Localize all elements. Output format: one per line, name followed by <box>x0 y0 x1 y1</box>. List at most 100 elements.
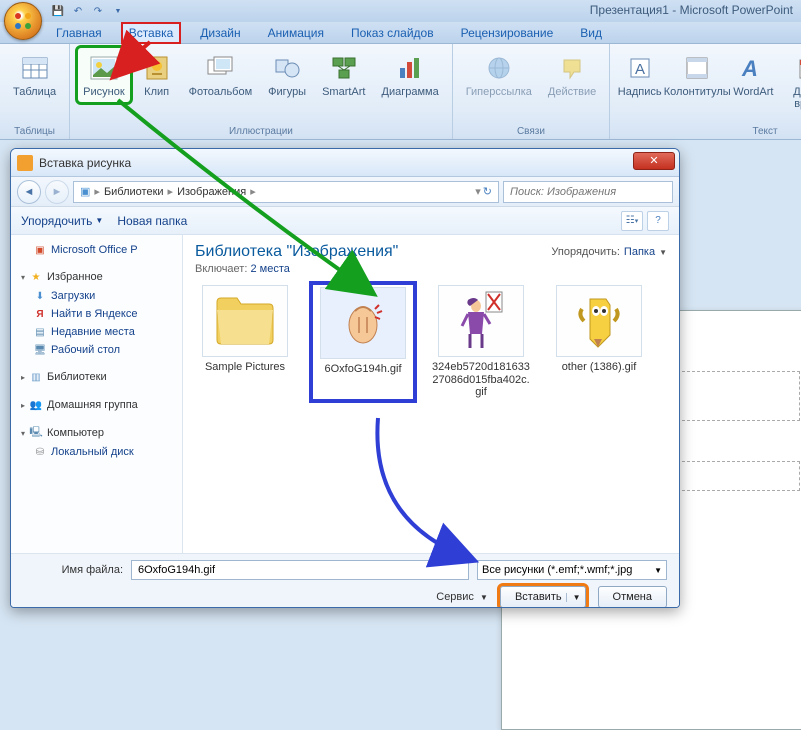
filename-input[interactable] <box>131 560 469 580</box>
shapes-button[interactable]: Фигуры <box>263 48 311 102</box>
includes-link[interactable]: 2 места <box>250 263 289 275</box>
headerfooter-label: Колонтитулы <box>664 86 731 98</box>
libraries-icon: ▣ <box>80 185 90 198</box>
textbox-label: Надпись <box>618 86 662 98</box>
chart-label: Диаграмма <box>382 86 439 98</box>
dialog-titlebar[interactable]: Вставка рисунка ✕ <box>11 149 679 177</box>
table-button[interactable]: Таблица <box>8 48 61 102</box>
window-title: Презентация1 - Microsoft PowerPoint <box>590 3 793 17</box>
help-button[interactable]: ? <box>647 211 669 231</box>
insert-dropdown-icon[interactable]: ▼ <box>566 593 581 602</box>
sidebar-favorites[interactable]: ▾★Избранное <box>15 267 178 287</box>
tab-review[interactable]: Рецензирование <box>455 24 560 42</box>
redo-icon[interactable]: ↷ <box>90 4 106 18</box>
organize-button[interactable]: Упорядочить ▼ <box>21 214 103 228</box>
smartart-label: SmartArt <box>322 86 365 98</box>
tab-slideshow[interactable]: Показ слайдов <box>345 24 440 42</box>
file-item[interactable]: other (1386).gif <box>549 285 649 399</box>
undo-icon[interactable]: ↶ <box>70 4 86 18</box>
headerfooter-button[interactable]: Колонтитулы <box>667 48 727 102</box>
tables-group-label: Таблицы <box>14 124 55 137</box>
sidebar-homegroup[interactable]: ▸👥Домашняя группа <box>15 395 178 415</box>
hyperlink-button[interactable]: Гиперссылка <box>461 48 537 102</box>
dialog-icon <box>17 155 33 171</box>
address-bar[interactable]: ▣ ▸ Библиотеки ▸ Изображения ▸ ▾ ↻ <box>73 181 499 203</box>
folder-item[interactable]: Sample Pictures <box>195 285 295 399</box>
textbox-button[interactable]: A Надпись <box>618 48 661 102</box>
service-button[interactable]: Сервис ▼ <box>436 591 488 603</box>
arrange-control[interactable]: Упорядочить: Папка ▼ <box>551 246 667 258</box>
file-item-selected[interactable]: 6OxfoG194h.gif <box>313 285 413 399</box>
forward-button[interactable]: ► <box>45 180 69 204</box>
action-label: Действие <box>548 86 596 98</box>
picture-label: Рисунок <box>83 86 125 98</box>
dialog-nav-bar: ◄ ► ▣ ▸ Библиотеки ▸ Изображения ▸ ▾ ↻ <box>11 177 679 207</box>
dialog-content: Библиотека "Изображения" Упорядочить: Па… <box>183 235 679 553</box>
chart-icon <box>394 52 426 84</box>
refresh-icon[interactable]: ↻ <box>483 185 492 198</box>
ribbon-group-text: A Надпись Колонтитулы A WordArt 5 Дата и… <box>610 44 801 139</box>
action-button[interactable]: Действие <box>543 48 601 102</box>
libraries-icon: ▥ <box>29 370 43 384</box>
ribbon-tabs: Главная Вставка Дизайн Анимация Показ сл… <box>0 22 801 44</box>
album-button[interactable]: Фотоальбом <box>184 48 258 102</box>
shapes-icon <box>271 52 303 84</box>
new-folder-button[interactable]: Новая папка <box>117 214 187 228</box>
item-name: 324eb5720d18163327086d015fba402c.gif <box>431 361 531 399</box>
cancel-button[interactable]: Отмена <box>598 586 667 608</box>
back-button[interactable]: ◄ <box>17 180 41 204</box>
file-item[interactable]: 324eb5720d18163327086d015fba402c.gif <box>431 285 531 399</box>
wordart-icon: A <box>737 52 769 84</box>
smartart-button[interactable]: SmartArt <box>317 48 370 102</box>
sidebar-yandex[interactable]: ЯНайти в Яндексе <box>15 305 178 323</box>
tab-design[interactable]: Дизайн <box>194 24 246 42</box>
tab-view[interactable]: Вид <box>574 24 608 42</box>
illustrations-group-label: Иллюстрации <box>229 124 293 137</box>
sidebar-libraries[interactable]: ▸▥Библиотеки <box>15 367 178 387</box>
filename-label: Имя файла: <box>23 564 123 576</box>
chart-button[interactable]: Диаграмма <box>377 48 444 102</box>
table-icon <box>19 52 51 84</box>
tab-insert[interactable]: Вставка <box>123 24 180 42</box>
sidebar-mso[interactable]: ▣Microsoft Office P <box>15 241 178 259</box>
breadcrumb-libraries[interactable]: Библиотеки <box>104 186 164 198</box>
sidebar-downloads[interactable]: ⬇Загрузки <box>15 287 178 305</box>
links-group-label: Связи <box>517 124 545 137</box>
clip-button[interactable]: Клип <box>136 48 178 102</box>
dialog-toolbar: Упорядочить ▼ Новая папка ☷ ▾ ? <box>11 207 679 235</box>
downloads-icon: ⬇ <box>33 289 47 303</box>
datetime-button[interactable]: 5 Дата и время <box>779 48 801 114</box>
close-button[interactable]: ✕ <box>633 152 675 170</box>
shapes-label: Фигуры <box>268 86 306 98</box>
dialog-title: Вставка рисунка <box>39 156 131 170</box>
textbox-icon: A <box>624 52 656 84</box>
sidebar-recent[interactable]: ▤Недавние места <box>15 323 178 341</box>
table-label: Таблица <box>13 86 56 98</box>
office-button[interactable] <box>4 2 42 40</box>
qat-dropdown-icon[interactable]: ▼ <box>110 4 126 18</box>
save-icon[interactable]: 💾 <box>50 4 66 18</box>
dialog-footer: Имя файла: Все рисунки (*.emf;*.wmf;*.jp… <box>11 553 679 608</box>
file-type-filter[interactable]: Все рисунки (*.emf;*.wmf;*.jpg▼ <box>477 560 667 580</box>
window-titlebar: 💾 ↶ ↷ ▼ Презентация1 - Microsoft PowerPo… <box>0 0 801 22</box>
quick-access-toolbar: 💾 ↶ ↷ ▼ <box>50 4 126 18</box>
breadcrumb-images[interactable]: Изображения <box>177 186 246 198</box>
powerpoint-icon: ▣ <box>33 243 47 257</box>
tab-home[interactable]: Главная <box>50 24 108 42</box>
sidebar-desktop[interactable]: 🖥Рабочий стол <box>15 341 178 359</box>
datetime-icon: 5 <box>794 52 801 84</box>
ribbon-group-tables: Таблица Таблицы <box>0 44 70 139</box>
address-dropdown-icon[interactable]: ▾ <box>475 185 481 198</box>
yandex-icon: Я <box>33 307 47 321</box>
sidebar-computer[interactable]: ▾🖳Компьютер <box>15 423 178 443</box>
search-input[interactable] <box>503 181 673 203</box>
tab-animation[interactable]: Анимация <box>262 24 330 42</box>
view-mode-button[interactable]: ☷ ▾ <box>621 211 643 231</box>
wordart-button[interactable]: A WordArt <box>733 48 773 102</box>
sidebar-localdisk[interactable]: ⛁Локальный диск <box>15 443 178 461</box>
insert-button[interactable]: Вставить ▼ <box>500 586 586 608</box>
insert-picture-dialog: Вставка рисунка ✕ ◄ ► ▣ ▸ Библиотеки ▸ И… <box>10 148 680 608</box>
ribbon-group-links: Гиперссылка Действие Связи <box>453 44 611 139</box>
picture-button[interactable]: Рисунок <box>78 48 130 102</box>
app-name: Microsoft PowerPoint <box>680 3 793 17</box>
